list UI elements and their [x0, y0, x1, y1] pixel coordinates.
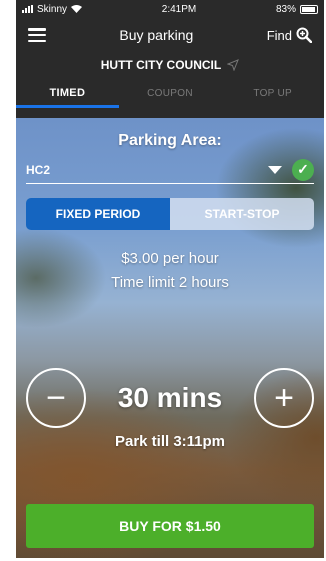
duration-value: 30 mins	[117, 382, 223, 413]
page-title: Buy parking	[119, 27, 194, 43]
top-nav: Buy parking Find	[16, 18, 324, 52]
duration-stepper: − 30 mins +	[26, 368, 314, 428]
location-arrow-icon	[227, 59, 240, 71]
chevron-down-icon	[268, 165, 282, 174]
parking-area-select[interactable]: HC2 ✓	[26, 156, 314, 184]
find-label: Find	[266, 27, 292, 43]
parking-area-value: HC2	[26, 162, 51, 177]
plus-icon: +	[274, 378, 294, 417]
battery-icon	[300, 4, 318, 14]
battery-group: 83%	[276, 4, 318, 15]
fixed-period-button[interactable]: FIXED PERIOD	[26, 198, 170, 230]
background-photo: Parking Area: HC2 ✓ FIXED PERIOD START-S…	[16, 118, 324, 558]
council-name: HUTT CITY COUNCIL	[100, 58, 222, 72]
park-till-text: Park till 3:11pm	[114, 433, 226, 450]
tab-top-up[interactable]: TOP UP	[221, 78, 324, 108]
tab-coupon[interactable]: COUPON	[119, 78, 222, 108]
phone-screen: Skinny 2:41PM 83% Buy parking Find HUTT …	[16, 0, 324, 558]
wifi-icon	[71, 5, 83, 13]
rate-text: $3.00 per hour	[121, 250, 219, 267]
council-selector[interactable]: HUTT CITY COUNCIL	[16, 52, 324, 78]
tab-timed[interactable]: TIMED	[16, 78, 119, 108]
buy-button[interactable]: BUY FOR $1.50	[26, 504, 314, 548]
signal-icon	[22, 5, 33, 13]
battery-percent: 83%	[275, 3, 296, 15]
mode-toggle: FIXED PERIOD START-STOP	[26, 198, 314, 230]
screenshot-frame: Skinny 2:41PM 83% Buy parking Find HUTT …	[0, 0, 326, 561]
time-limit-text: Time limit 2 hours	[111, 274, 229, 291]
status-bar: Skinny 2:41PM 83%	[16, 0, 324, 18]
parking-area-controls: ✓	[268, 158, 314, 181]
minus-icon: −	[46, 378, 66, 417]
decrease-button[interactable]: −	[26, 368, 86, 428]
status-left: Skinny	[22, 3, 83, 15]
start-stop-button[interactable]: START-STOP	[170, 198, 314, 230]
find-button[interactable]: Find	[267, 27, 312, 43]
checkmark-icon: ✓	[292, 158, 314, 181]
increase-button[interactable]: +	[254, 368, 314, 428]
status-time: 2:41PM	[161, 3, 197, 15]
parking-area-label: Parking Area:	[118, 132, 222, 149]
carrier-name: Skinny	[37, 3, 68, 15]
search-icon	[296, 27, 312, 43]
menu-icon[interactable]	[28, 28, 46, 42]
tab-bar: TIMED COUPON TOP UP	[16, 78, 324, 108]
